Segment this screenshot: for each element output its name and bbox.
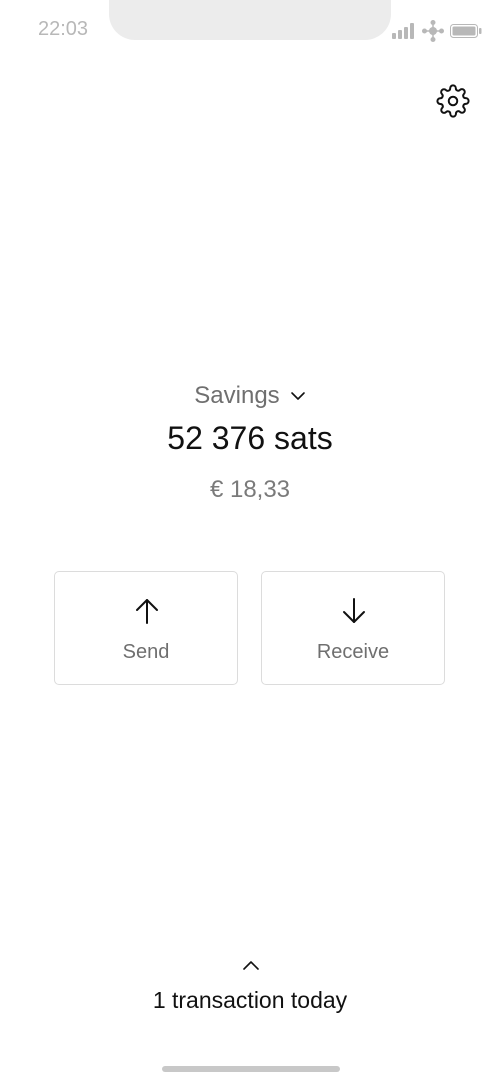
- balance-amount: 52 376 sats: [167, 420, 333, 456]
- send-label: Send: [122, 641, 170, 663]
- fiat-balance: € 18,33: [209, 476, 291, 503]
- transactions-toggle[interactable]: 1 transaction today: [0, 955, 500, 1025]
- wallet-selector[interactable]: Savings: [0, 380, 500, 412]
- arrow-up-icon: [136, 599, 158, 624]
- battery-icon: [450, 24, 482, 38]
- signal-icon: [392, 23, 414, 39]
- gear-icon: [436, 84, 470, 118]
- chevron-up-icon: [243, 961, 259, 970]
- receive-label: Receive: [316, 641, 390, 663]
- wifi-icon: [422, 20, 444, 42]
- status-time: 22:03: [38, 18, 89, 40]
- wallet-name: Savings: [194, 382, 280, 409]
- device-notch: [109, 0, 391, 40]
- send-button[interactable]: Send: [54, 571, 238, 685]
- receive-button[interactable]: Receive: [261, 571, 445, 685]
- status-icons: [390, 20, 485, 42]
- status-bar: 22:03: [0, 0, 500, 60]
- chevron-down-icon: [290, 392, 305, 400]
- settings-button[interactable]: [436, 84, 470, 118]
- transactions-summary: 1 transaction today: [152, 987, 348, 1013]
- home-indicator[interactable]: [162, 1066, 340, 1072]
- arrow-down-icon: [343, 598, 365, 623]
